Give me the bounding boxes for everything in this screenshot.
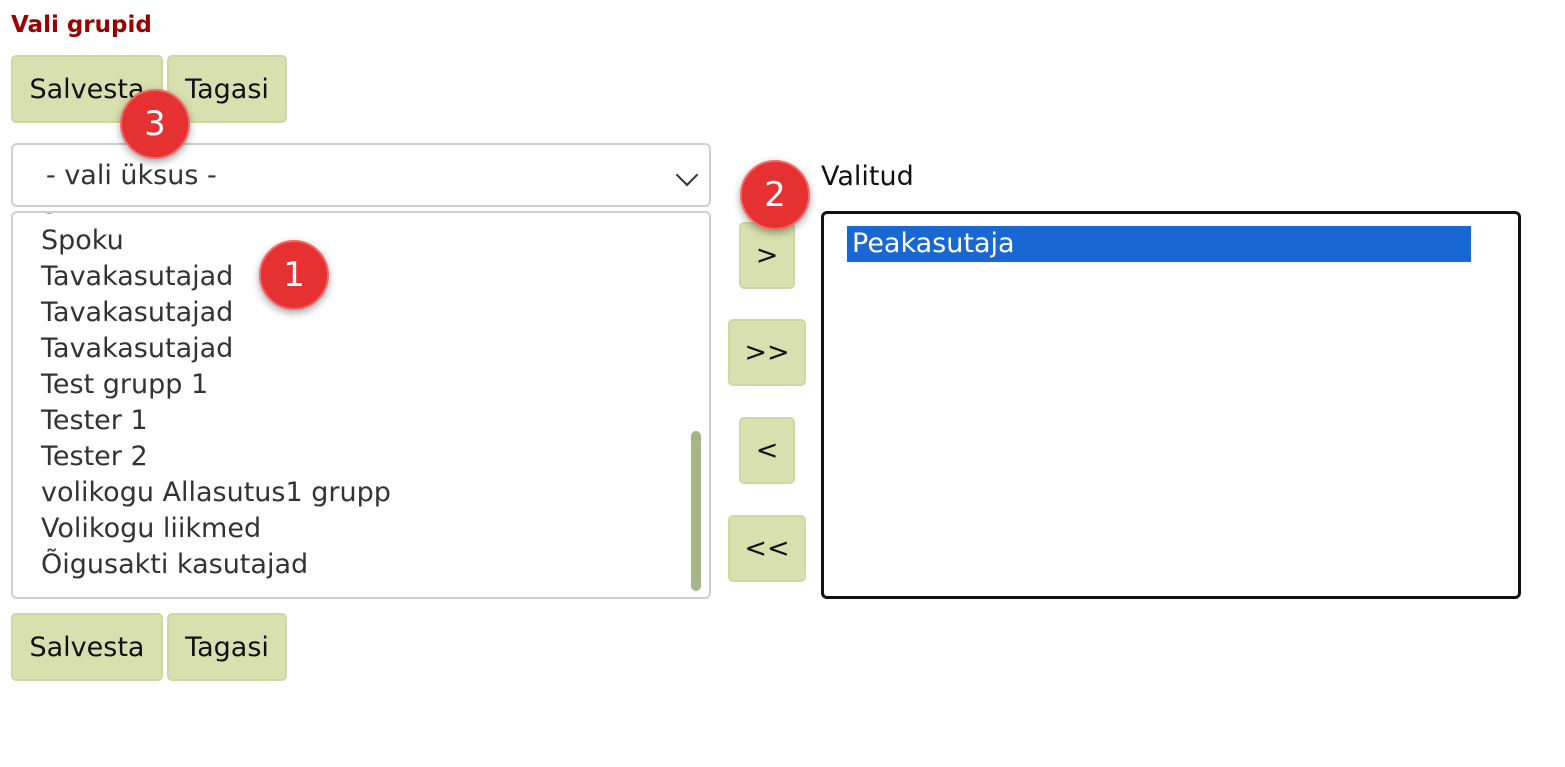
remove-one-button[interactable]: < bbox=[739, 417, 795, 484]
list-item[interactable]: Tavakasutajad bbox=[41, 331, 391, 367]
list-item[interactable]: SAP bbox=[41, 213, 391, 223]
annotation-marker-1: 1 bbox=[259, 240, 329, 310]
add-one-button[interactable]: > bbox=[739, 222, 795, 289]
list-item[interactable]: Spoku bbox=[41, 223, 391, 259]
remove-all-button[interactable]: << bbox=[728, 515, 806, 582]
list-item[interactable]: Tester 1 bbox=[41, 403, 391, 439]
selected-groups-list[interactable]: Peakasutaja bbox=[821, 211, 1521, 599]
list-item[interactable]: Tavakasutajad bbox=[41, 259, 391, 295]
list-scrollbar[interactable] bbox=[691, 431, 701, 591]
add-all-button[interactable]: >> bbox=[728, 319, 806, 386]
list-item[interactable]: Õigusakti kasutajad bbox=[41, 547, 391, 583]
list-item[interactable]: Volikogu liikmed bbox=[41, 511, 391, 547]
save-button-bottom[interactable]: Salvesta bbox=[11, 613, 163, 681]
back-button-bottom[interactable]: Tagasi bbox=[167, 613, 287, 681]
selected-groups-label: Valitud bbox=[821, 161, 914, 192]
list-item[interactable]: Tavakasutajad bbox=[41, 295, 391, 331]
annotation-marker-3: 3 bbox=[120, 89, 190, 159]
list-item[interactable]: Tester 2 bbox=[41, 439, 391, 475]
list-item[interactable]: Test grupp 1 bbox=[41, 367, 391, 403]
annotation-marker-2: 2 bbox=[740, 160, 810, 230]
unit-select-value: - vali üksus - bbox=[46, 159, 217, 191]
unit-select[interactable]: - vali üksus - bbox=[11, 143, 711, 207]
chevron-down-icon bbox=[675, 163, 699, 187]
available-groups-list[interactable]: SAP Spoku Tavakasutajad Tavakasutajad Ta… bbox=[11, 211, 711, 599]
selected-list-item[interactable]: Peakasutaja bbox=[847, 226, 1471, 262]
page-title: Vali grupid bbox=[11, 12, 152, 38]
list-item[interactable]: volikogu Allasutus1 grupp bbox=[41, 475, 391, 511]
